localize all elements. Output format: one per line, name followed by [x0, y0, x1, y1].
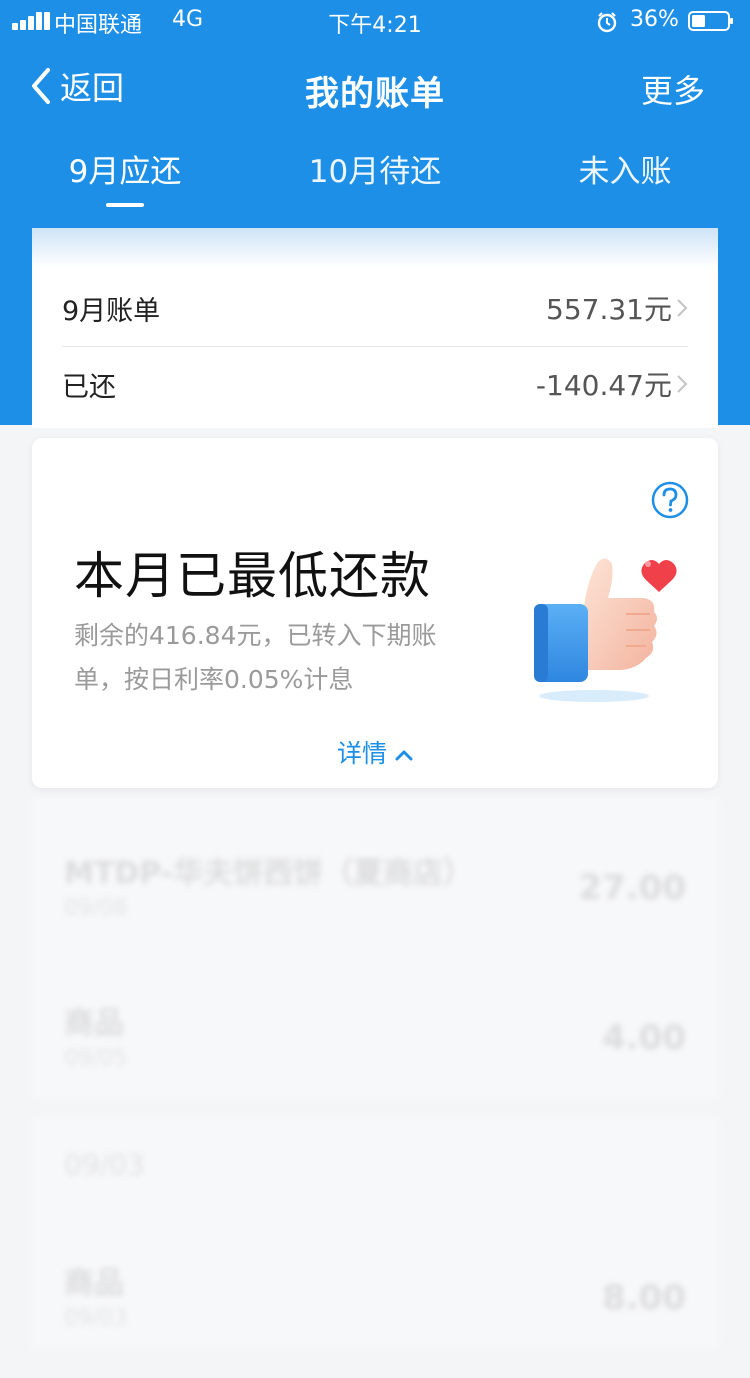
transaction-group-title: 09/03	[64, 1148, 145, 1181]
chevron-right-icon	[677, 375, 688, 393]
bill-amount-value: 557.31元	[546, 293, 672, 326]
active-tab-indicator	[106, 203, 144, 207]
status-bar: 中国联通 4G 下午4:21 36%	[0, 0, 750, 44]
paid-amount-value: -140.47元	[535, 369, 672, 402]
battery-percentage: 36%	[630, 7, 679, 32]
paid-amount-row[interactable]: 已还 -140.47元	[62, 346, 688, 422]
transaction-name: MTDP-华夫饼西饼（夏商店）	[64, 856, 474, 891]
description-line-1: 剩余的416.84元，已转入下期账	[74, 621, 437, 650]
tab-september-due[interactable]: 9月应还	[50, 146, 200, 191]
help-icon[interactable]	[650, 480, 690, 520]
transaction-name: 商品	[64, 1006, 124, 1041]
transaction-date: 09/05	[64, 1046, 128, 1071]
transaction-name: 商品	[64, 1266, 124, 1301]
transaction-amount: 27.00	[578, 868, 686, 908]
bill-amount-row[interactable]: 9月账单 557.31元	[62, 270, 688, 347]
details-toggle[interactable]: 详情	[32, 734, 718, 770]
bill-summary-card: 9月账单 557.31元 已还 -140.47元	[32, 228, 718, 428]
transaction-row[interactable]: 商品 09/05 4.00	[64, 998, 686, 1118]
thumbs-up-illustration	[534, 558, 677, 702]
description-line-2: 单，按日利率0.05%计息	[74, 665, 354, 694]
transaction-row[interactable]: MTDP-华夫饼西饼（夏商店） 09/08 27.00	[64, 848, 686, 968]
chevron-up-icon	[395, 750, 413, 761]
bill-tabs: 9月应还 10月待还 未入账	[0, 130, 750, 220]
chevron-right-icon	[677, 299, 688, 317]
transaction-amount: 8.00	[602, 1278, 686, 1318]
transaction-group: 09/03 商品 09/03 8.00	[32, 1118, 718, 1348]
alarm-icon	[597, 12, 617, 33]
bill-amount-label: 9月账单	[62, 295, 161, 327]
transaction-date: 09/03	[64, 1306, 128, 1331]
page-title: 我的账单	[305, 74, 445, 114]
transaction-date: 09/08	[64, 896, 128, 921]
tab-october-pending[interactable]: 10月待还	[290, 146, 460, 191]
tab-unposted[interactable]: 未入账	[550, 146, 700, 191]
battery-icon	[688, 11, 733, 31]
repayment-status-card: 本月已最低还款 剩余的416.84元，已转入下期账 单，按日利率0.05%计息 …	[32, 438, 718, 788]
details-label: 详情	[336, 739, 387, 768]
transaction-list-blurred: MTDP-华夫饼西饼（夏商店） 09/08 27.00 商品 09/05 4.0…	[0, 788, 750, 1348]
paid-amount-label: 已还	[62, 371, 116, 403]
repayment-status-title: 本月已最低还款	[74, 547, 431, 605]
navigation-bar: 返回 我的账单 更多	[0, 44, 750, 130]
transaction-amount: 4.00	[602, 1018, 686, 1058]
transaction-group: MTDP-华夫饼西饼（夏商店） 09/08 27.00 商品 09/05 4.0…	[32, 798, 718, 1098]
repayment-status-description: 剩余的416.84元，已转入下期账 单，按日利率0.05%计息	[74, 614, 484, 702]
more-button[interactable]: 更多	[641, 66, 705, 112]
transaction-row[interactable]: 商品 09/03 8.00	[64, 1258, 686, 1378]
